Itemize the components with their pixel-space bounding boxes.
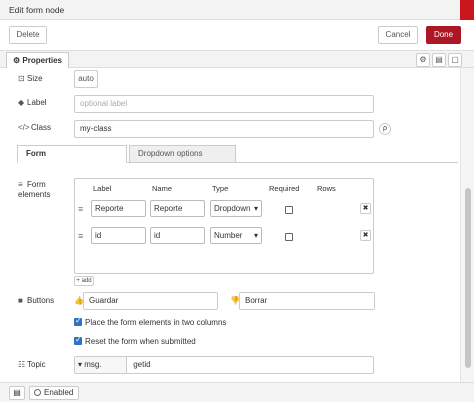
tab-dropdown-options[interactable]: Dropdown options [129, 145, 236, 163]
class-input[interactable]: my-class [74, 120, 374, 138]
code-icon: </> [18, 123, 30, 132]
enabled-toggle[interactable]: Enabled [29, 386, 79, 400]
row-label-input[interactable]: Reporte [91, 200, 146, 217]
size-button[interactable]: auto [74, 70, 98, 88]
tray-toolbar: Delete Cancel Done [0, 20, 474, 48]
col-header-required: Required [269, 184, 300, 193]
cancel-button-input[interactable]: Borrar [239, 292, 375, 310]
form-subtabs: Form Dropdown options [17, 145, 458, 163]
class-property-icon[interactable]: ρ [379, 123, 391, 135]
tab-bar: ⚙ Properties ⚙ ▤ ▢ [0, 50, 474, 68]
tab-form[interactable]: Form [17, 145, 127, 163]
col-header-name: Name [152, 184, 173, 193]
header-accent [460, 0, 474, 20]
two-columns-checkbox[interactable] [74, 316, 82, 326]
reset-form-label: Reset the form when submitted [85, 337, 196, 346]
topic-label: ☷ Topic [18, 360, 46, 369]
description-icon[interactable]: ▤ [432, 53, 446, 67]
tab-properties-label: Properties [22, 56, 62, 65]
tab-properties[interactable]: ⚙ Properties [6, 52, 69, 68]
topic-value: getid [133, 360, 151, 369]
label-input[interactable]: optional label [74, 95, 374, 113]
row-name-input[interactable]: Reporte [150, 200, 205, 217]
row-required-checkbox[interactable] [285, 206, 293, 214]
submit-button-input[interactable]: Guardar [83, 292, 218, 310]
col-header-rows: Rows [317, 184, 336, 193]
drag-handle-icon[interactable]: ≡ [78, 231, 86, 241]
topic-input[interactable]: ▾ msg. getid [74, 356, 374, 374]
help-book-icon[interactable]: ▤ [9, 386, 25, 400]
row-delete-icon[interactable]: ✖ [360, 203, 371, 214]
gear-icon: ⚙ [13, 56, 21, 65]
row-required-checkbox[interactable] [285, 233, 293, 241]
settings-icon[interactable]: ⚙ [416, 53, 430, 67]
toggle-circle-icon [34, 389, 41, 396]
delete-button[interactable]: Delete [9, 26, 47, 44]
topic-type-select[interactable]: ▾ msg. [75, 357, 127, 373]
row-label-input[interactable]: id [91, 227, 146, 244]
appearance-icon[interactable]: ▢ [448, 53, 462, 67]
form-elements-list: Label Name Type Required Rows ≡ Reporte … [74, 178, 374, 274]
reset-form-checkbox[interactable] [74, 335, 82, 345]
square-icon: ■ [18, 296, 23, 305]
class-label: </>Class [18, 123, 52, 132]
tray-footer: ▤ Enabled [0, 382, 474, 402]
tag-icon: ◆ [18, 98, 25, 107]
row-type-select[interactable]: Number [210, 227, 262, 244]
resize-icon: ⊡ [18, 74, 25, 83]
scrollbar[interactable] [460, 68, 474, 382]
row-type-select[interactable]: Dropdown [210, 200, 262, 217]
done-button[interactable]: Done [426, 26, 461, 44]
size-label: ⊡ Size [18, 74, 43, 83]
row-name-input[interactable]: id [150, 227, 205, 244]
tasks-icon: ☷ [18, 360, 26, 369]
tray-title: Edit form node [9, 5, 65, 15]
buttons-label: ■ Buttons [18, 296, 55, 305]
list-icon: ≡ [18, 180, 23, 189]
form-elements-label: ≡ Form elements [18, 180, 51, 199]
tray-header: Edit form node [0, 0, 474, 20]
row-delete-icon[interactable]: ✖ [360, 230, 371, 241]
add-element-button[interactable]: + add [74, 276, 94, 286]
col-header-type: Type [212, 184, 229, 193]
col-header-label: Label [93, 184, 112, 193]
two-columns-label: Place the form elements in two columns [85, 318, 227, 327]
drag-handle-icon[interactable]: ≡ [78, 204, 86, 214]
label-label: ◆ Label [18, 98, 47, 107]
scrollbar-thumb[interactable] [465, 188, 471, 368]
cancel-button[interactable]: Cancel [378, 26, 418, 44]
